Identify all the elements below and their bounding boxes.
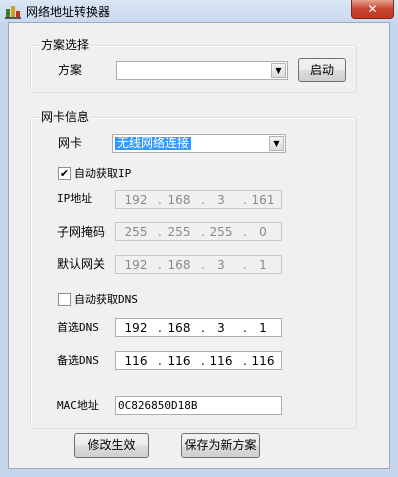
window-frame-left [0, 22, 8, 469]
pdns-octet-1: 192 [124, 321, 148, 335]
auto-dns-label[interactable]: 自动获取DNS [74, 292, 138, 308]
ip-octet-2: 168 [167, 193, 191, 207]
preferred-dns-label: 首选DNS [57, 321, 99, 334]
ip-separator: . [158, 193, 162, 207]
mac-address-label: MAC地址 [57, 399, 99, 412]
ip-separator: . [243, 225, 247, 239]
adns-octet-2: 116 [167, 354, 191, 368]
pdns-octet-3: 3 [217, 321, 225, 335]
alternate-dns-label: 备选DNS [57, 354, 99, 367]
auto-ip-label[interactable]: 自动获取IP [74, 166, 131, 182]
subnet-mask-field[interactable]: 255 . 255 . 255 . 0 [115, 222, 282, 241]
pdns-octet-2: 168 [167, 321, 191, 335]
apply-changes-button[interactable]: 修改生效 [74, 433, 149, 458]
close-icon: ✕ [367, 2, 378, 16]
window-frame-bottom [0, 469, 398, 477]
gateway-octet-1: 192 [124, 258, 148, 272]
ip-separator: . [158, 225, 162, 239]
title-bar: 网络地址转换器 ✕ [0, 0, 398, 22]
ip-octet-1: 192 [124, 193, 148, 207]
subnet-mask-label: 子网掩码 [57, 225, 106, 239]
ip-separator: . [243, 193, 247, 207]
mask-octet-2: 255 [167, 225, 191, 239]
auto-ip-checkbox[interactable]: ✔ [58, 167, 71, 180]
nic-dropdown-value: 无线网络连接 [115, 136, 192, 150]
alternate-dns-field[interactable]: 116 . 116 . 116 . 116 [115, 351, 282, 370]
nic-dropdown[interactable]: 无线网络连接 ▼ [112, 134, 286, 153]
ip-separator: . [201, 258, 205, 272]
default-gateway-field[interactable]: 192 . 168 . 3 . 1 [115, 255, 282, 274]
ip-separator: . [201, 225, 205, 239]
scheme-group-legend: 方案选择 [39, 38, 92, 52]
nic-group-legend: 网卡信息 [39, 110, 92, 124]
scheme-dropdown[interactable]: ▼ [116, 61, 288, 80]
default-gateway-label: 默认网关 [57, 257, 106, 271]
ip-separator: . [243, 354, 247, 368]
gateway-octet-2: 168 [167, 258, 191, 272]
ip-octet-4: 161 [251, 193, 275, 207]
ip-separator: . [201, 354, 205, 368]
ip-separator: . [201, 193, 205, 207]
mask-octet-4: 0 [259, 225, 267, 239]
app-network-icon [5, 6, 21, 19]
mask-octet-1: 255 [124, 225, 148, 239]
ip-address-field[interactable]: 192 . 168 . 3 . 161 [115, 190, 282, 209]
window-title: 网络地址转换器 [26, 5, 111, 19]
checkmark-icon: ✔ [59, 167, 70, 180]
ip-octet-3: 3 [217, 193, 225, 207]
ip-separator: . [243, 321, 247, 335]
ip-separator: . [243, 258, 247, 272]
preferred-dns-field[interactable]: 192 . 168 . 3 . 1 [115, 318, 282, 337]
window-frame-right [390, 22, 398, 469]
auto-dns-checkbox[interactable] [58, 293, 71, 306]
scheme-label: 方案 [58, 63, 83, 77]
ip-separator: . [158, 321, 162, 335]
gateway-octet-4: 1 [259, 258, 267, 272]
chevron-down-icon[interactable]: ▼ [271, 63, 286, 78]
ip-separator: . [158, 354, 162, 368]
adns-octet-3: 116 [209, 354, 233, 368]
ip-separator: . [201, 321, 205, 335]
mask-octet-3: 255 [209, 225, 233, 239]
adns-octet-1: 116 [124, 354, 148, 368]
gateway-octet-3: 3 [217, 258, 225, 272]
start-button[interactable]: 启动 [298, 58, 346, 82]
adns-octet-4: 116 [251, 354, 275, 368]
save-as-new-scheme-button[interactable]: 保存为新方案 [181, 433, 260, 458]
close-button[interactable]: ✕ [351, 0, 394, 19]
pdns-octet-4: 1 [259, 321, 267, 335]
mac-address-field[interactable]: 0C826850D18B [115, 396, 282, 415]
nic-label: 网卡 [58, 136, 83, 150]
ip-separator: . [158, 258, 162, 272]
chevron-down-icon[interactable]: ▼ [269, 136, 284, 151]
ip-address-label: IP地址 [57, 192, 93, 205]
